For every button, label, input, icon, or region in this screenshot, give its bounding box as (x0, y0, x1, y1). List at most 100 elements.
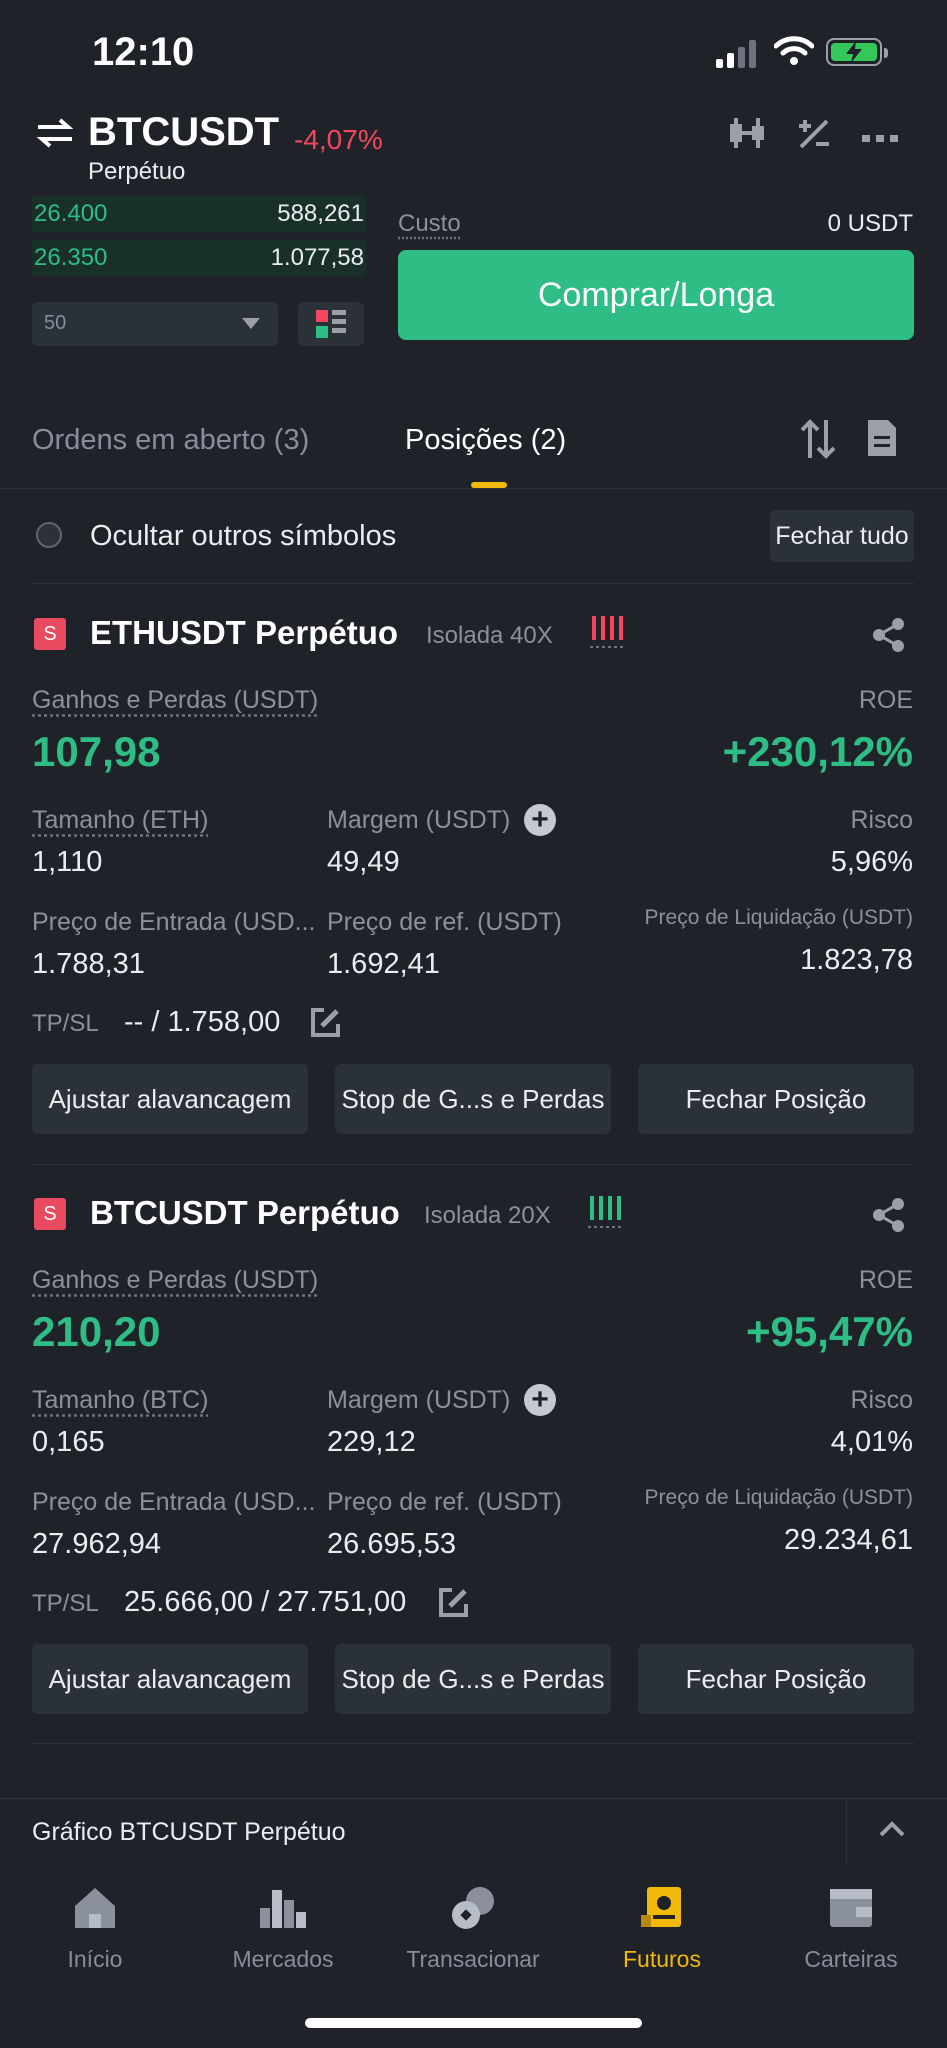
tpsl-value: -- / 1.758,00 (124, 1006, 281, 1038)
hide-other-symbols-radio[interactable] (36, 522, 62, 548)
position-title[interactable]: ETHUSDT Perpétuo (90, 614, 398, 652)
orderbook-row[interactable]: 26.400 588,261 (32, 196, 366, 232)
pnl-value: 107,98 (32, 728, 161, 775)
roe-label: ROE (858, 686, 913, 714)
orderbook-row[interactable]: 26.350 1.077,58 (32, 240, 366, 276)
margin-value: 229,12 (327, 1426, 416, 1458)
edit-tpsl-icon[interactable] (310, 1006, 342, 1043)
orderbook-qty: 588,261 (277, 200, 364, 227)
nav-item-label: Transacionar (406, 1946, 540, 1972)
divider (32, 1743, 914, 1744)
candlestick-chart-icon[interactable] (728, 116, 768, 155)
mark-price-label: Preço de ref. (USDT) (327, 908, 562, 936)
sort-icon[interactable] (800, 418, 836, 465)
contract-type: Perpétuo (88, 158, 186, 185)
stop-pnl-button[interactable]: Stop de G...s e Perdas (335, 1644, 611, 1714)
pnl-label: Ganhos e Perdas (USDT) (32, 686, 319, 714)
roe-value: +230,12% (722, 728, 913, 775)
wifi-icon (773, 36, 815, 71)
pnl-label: Ganhos e Perdas (USDT) (32, 1266, 319, 1294)
nav-item-label: Mercados (232, 1946, 334, 1972)
battery-icon (826, 38, 888, 66)
liquidation-price-value: 1.823,78 (800, 944, 913, 976)
orderbook-price: 26.400 (34, 200, 108, 227)
margin-mode: Isolada 40X (426, 622, 553, 649)
tpsl-value: 25.666,00 / 27.751,00 (124, 1586, 407, 1618)
status-time: 12:10 (92, 30, 195, 74)
divider (32, 1164, 914, 1165)
risk-label: Risco (850, 806, 913, 834)
roe-value: +95,47% (746, 1308, 913, 1355)
depth-select[interactable]: 50 (32, 302, 278, 346)
chevron-down-icon (242, 318, 260, 329)
share-icon[interactable] (872, 1198, 906, 1237)
orderbook-price: 26.350 (34, 244, 108, 271)
add-margin-icon[interactable]: + (524, 1384, 556, 1416)
mark-price-value: 1.692,41 (327, 948, 440, 980)
document-icon[interactable] (868, 420, 896, 461)
nav-item-label: Futuros (623, 1946, 701, 1972)
home-indicator (305, 2018, 642, 2028)
adjust-leverage-button[interactable]: Ajustar alavancagem (32, 1064, 308, 1134)
cost-value: 0 USDT (827, 210, 913, 237)
chart-bar-label[interactable]: Gráfico BTCUSDT Perpétuo (32, 1818, 346, 1847)
short-side-badge: S (34, 618, 66, 650)
divider (32, 583, 914, 584)
orderbook-qty: 1.077,58 (270, 244, 364, 271)
entry-price-value: 1.788,31 (32, 948, 145, 980)
risk-value: 4,01% (830, 1426, 913, 1458)
trade-icon (383, 1880, 563, 1936)
adjust-leverage-button[interactable]: Ajustar alavancagem (32, 1644, 308, 1714)
edit-tpsl-icon[interactable] (438, 1586, 470, 1623)
add-margin-icon[interactable]: + (524, 804, 556, 836)
buy-long-button[interactable]: Comprar/Longa (398, 250, 914, 340)
entry-price-value: 27.962,94 (32, 1528, 162, 1560)
entry-price-label: Preço de Entrada (USD... (32, 1488, 316, 1516)
share-icon[interactable] (872, 618, 906, 657)
home-icon (5, 1880, 185, 1936)
liquidation-price-label: Preço de Liquidação (USDT) (644, 1486, 913, 1509)
stop-pnl-button[interactable]: Stop de G...s e Perdas (335, 1064, 611, 1134)
nav-item-futures[interactable]: Futuros (572, 1880, 752, 1973)
margin-label: Margem (USDT) (327, 1386, 511, 1414)
risk-value: 5,96% (830, 846, 913, 878)
tpsl-label: TP/SL (32, 1010, 99, 1037)
nav-item-markets[interactable]: Mercados (193, 1880, 373, 1973)
calculator-icon[interactable] (796, 116, 832, 157)
futures-icon (572, 1880, 752, 1936)
risk-label: Risco (850, 1386, 913, 1414)
tab-positions[interactable]: Posições (2) (405, 424, 566, 457)
nav-item-label: Início (67, 1946, 123, 1972)
size-value: 0,165 (32, 1426, 105, 1458)
more-options-icon[interactable] (862, 130, 898, 148)
swap-pair-icon[interactable] (36, 118, 74, 153)
orderbook-layout-button[interactable] (298, 302, 364, 346)
wallet-icon (761, 1880, 941, 1936)
size-value: 1,110 (32, 846, 103, 878)
cost-label: Custo (398, 210, 461, 237)
risk-level-icon (588, 1194, 622, 1235)
markets-icon (193, 1880, 373, 1936)
position-title[interactable]: BTCUSDT Perpétuo (90, 1194, 400, 1232)
margin-label: Margem (USDT) (327, 806, 511, 834)
nav-item-home[interactable]: Início (5, 1880, 185, 1973)
margin-value: 49,49 (327, 846, 400, 878)
short-side-badge: S (34, 1198, 66, 1230)
close-position-button[interactable]: Fechar Posição (638, 1064, 914, 1134)
chevron-up-icon[interactable] (878, 1820, 906, 1843)
mark-price-label: Preço de ref. (USDT) (327, 1488, 562, 1516)
pair-symbol[interactable]: BTCUSDT (88, 110, 279, 155)
cellular-signal-icon (716, 38, 760, 68)
size-label: Tamanho (ETH) (32, 806, 209, 834)
nav-item-wallets[interactable]: Carteiras (761, 1880, 941, 1973)
liquidation-price-value: 29.234,61 (783, 1524, 913, 1556)
close-position-button[interactable]: Fechar Posição (638, 1644, 914, 1714)
close-all-button[interactable]: Fechar tudo (770, 510, 914, 562)
size-label: Tamanho (BTC) (32, 1386, 209, 1414)
risk-level-icon (590, 614, 624, 655)
hide-other-symbols-label[interactable]: Ocultar outros símbolos (90, 520, 396, 553)
nav-item-trade[interactable]: Transacionar (383, 1880, 563, 1973)
pair-change-percent: -4,07% (294, 124, 383, 155)
tab-open-orders[interactable]: Ordens em aberto (3) (32, 424, 309, 457)
nav-item-label: Carteiras (804, 1946, 898, 1972)
